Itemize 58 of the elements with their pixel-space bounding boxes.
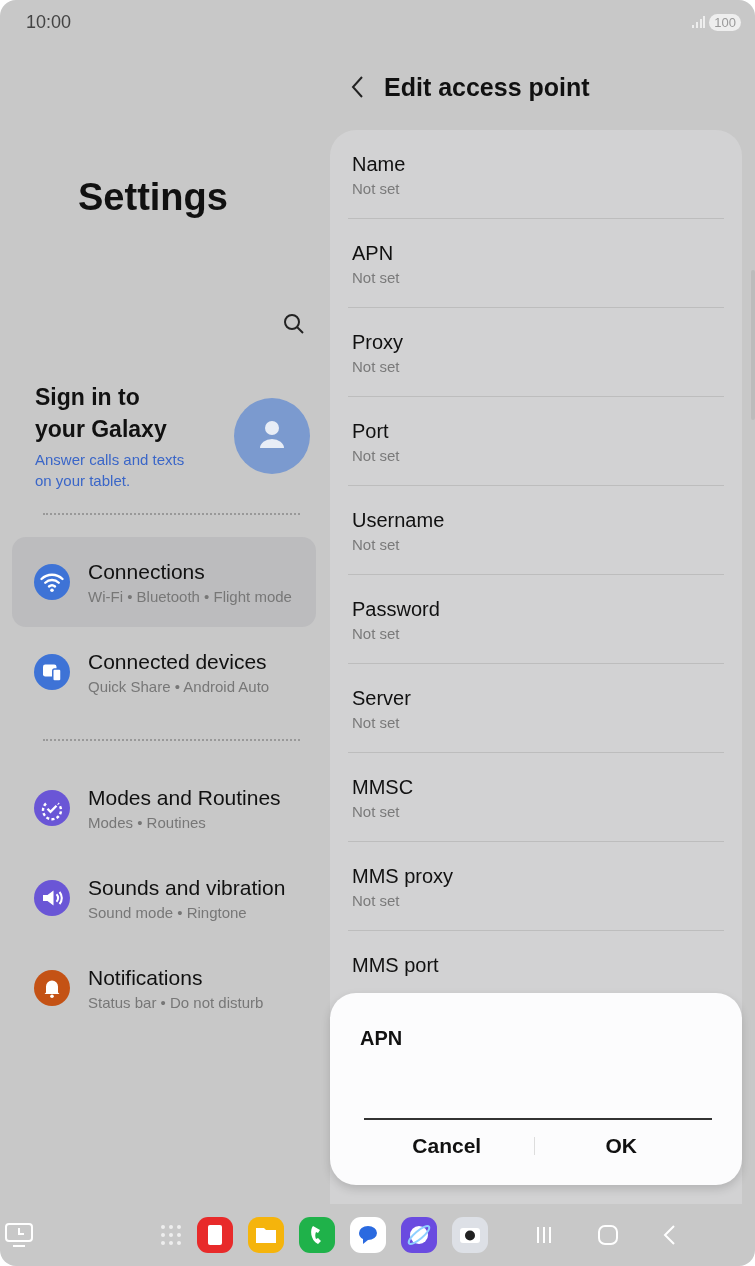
dialog-button[interactable]: OK [534, 1126, 708, 1166]
field-value: Not set [352, 180, 401, 197]
messages-app-icon[interactable] [350, 1217, 386, 1253]
recent-apps-icon[interactable] [4, 1222, 34, 1248]
field-value: Not set [352, 625, 401, 642]
battery-level: 100 [709, 13, 741, 31]
app-grid-icon[interactable] [160, 1224, 182, 1246]
item-title: Notifications [88, 965, 204, 991]
back-icon[interactable] [350, 75, 364, 99]
item-subtitle: Modes • Routines [88, 813, 207, 833]
item-title: Connected devices [88, 649, 268, 675]
item-subtitle: Sound mode • Ringtone [88, 903, 248, 923]
search-icon[interactable] [282, 312, 306, 336]
item-title: Modes and Routines [88, 785, 281, 811]
item-subtitle: Quick Share • Android Auto [88, 677, 270, 697]
avatar-icon[interactable] [234, 398, 310, 474]
settings-item[interactable]: Sounds and vibration Sound mode • Ringtone [12, 853, 316, 943]
field-label[interactable]: MMS proxy [352, 864, 720, 888]
field-value: Not set [352, 269, 401, 286]
settings-item[interactable]: Notifications Status bar • Do not disturb [12, 943, 316, 1033]
field-label[interactable]: MMSC [352, 775, 720, 799]
field-value: Not set [352, 714, 401, 731]
recents-button-icon[interactable] [534, 1225, 554, 1245]
item-subtitle: Wi-Fi • Bluetooth • Flight mode [88, 587, 292, 607]
phone-app-icon[interactable] [299, 1217, 335, 1253]
field-label[interactable]: Proxy [352, 330, 720, 354]
dialog-button[interactable]: Cancel [360, 1126, 534, 1166]
item-title: Sounds and vibration [88, 875, 286, 901]
page-title: Edit access point [384, 72, 590, 102]
folder-app-icon[interactable] [248, 1217, 284, 1253]
field-label[interactable]: Password [352, 597, 720, 621]
dialog-title: APN [360, 1027, 403, 1050]
field-value: Not set [352, 803, 401, 820]
settings-item[interactable]: Connected devices Quick Share • Android Auto [12, 627, 316, 717]
browser-app-icon[interactable] [401, 1217, 437, 1253]
item-title: Connections [88, 559, 206, 585]
account-subtitle: Answer calls and texts on your tablet. [35, 450, 186, 491]
field-value: Not set [352, 892, 401, 909]
field-value: Not set [352, 447, 401, 464]
field-label[interactable]: MMS port [352, 953, 720, 977]
camera-app-icon[interactable] [452, 1217, 488, 1253]
field-label[interactable]: Port [352, 419, 720, 443]
field-value: Not set [352, 536, 401, 553]
notes-app-icon[interactable] [197, 1217, 233, 1253]
status-time: 10:00 [26, 11, 72, 33]
settings-item[interactable]: Connections Wi-Fi • Bluetooth • Flight mode [12, 537, 316, 627]
field-label[interactable]: Username [352, 508, 720, 532]
field-label[interactable]: Server [352, 686, 720, 710]
field-label[interactable]: Name [352, 152, 720, 176]
signal-icon [691, 15, 706, 29]
settings-title: Settings [78, 176, 228, 219]
back-button-icon[interactable] [662, 1224, 676, 1246]
field-label[interactable]: APN [352, 241, 720, 265]
account-title[interactable]: Sign in to your Galaxy [35, 381, 185, 445]
home-button-icon[interactable] [597, 1224, 619, 1246]
field-value: Not set [352, 358, 401, 375]
item-subtitle: Status bar • Do not disturb [88, 993, 264, 1013]
settings-item[interactable]: Modes and Routines Modes • Routines [12, 763, 316, 853]
